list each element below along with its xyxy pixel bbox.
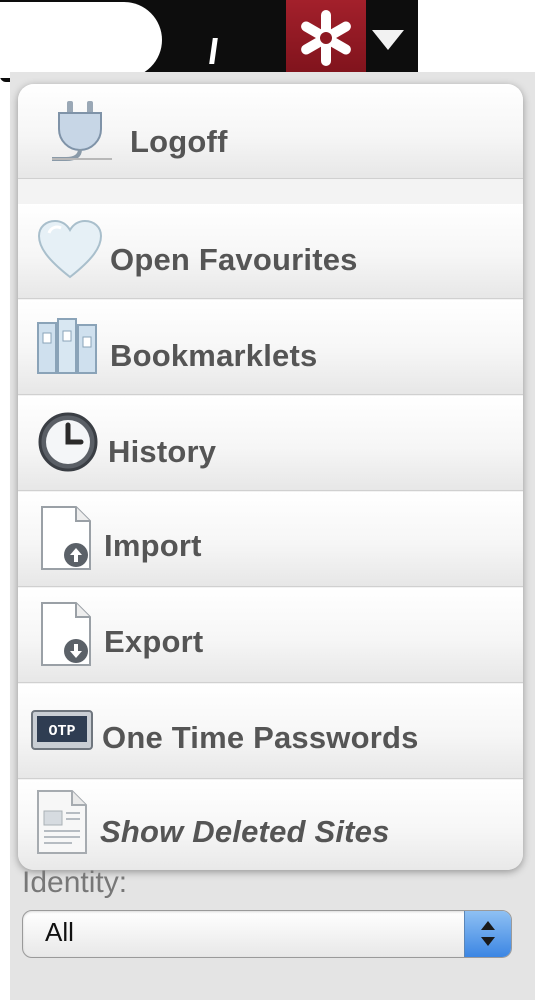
menu-item-label: History [108, 434, 217, 469]
menu-item-one-time-passwords[interactable]: OTP One Time Passwords [18, 684, 523, 779]
menu-item-label: Show Deleted Sites [100, 814, 390, 849]
menu-item-label: Export [104, 624, 204, 659]
identity-label: Identity: [22, 866, 128, 899]
menu-item-label: One Time Passwords [102, 720, 419, 755]
chevron-down-icon [481, 937, 495, 946]
menu-item-history[interactable]: History [18, 396, 523, 491]
menu-item-import[interactable]: Import [18, 492, 523, 587]
menu-item-label: Open Favourites [110, 242, 358, 277]
menu-item-label: Bookmarklets [110, 338, 318, 373]
chevron-up-icon [481, 921, 495, 930]
identity-select[interactable]: All [22, 910, 512, 958]
menu-item-label: Logoff [130, 124, 228, 159]
menu-item-bookmarklets[interactable]: Bookmarklets [18, 300, 523, 395]
browser-toolbar [0, 0, 555, 82]
lastpass-menu: Logoff Open Favourites Bookmarklets Hist… [18, 84, 523, 870]
document-upload-icon [32, 504, 100, 572]
menu-item-export[interactable]: Export [18, 588, 523, 683]
deleted-document-icon [28, 788, 96, 856]
books-icon [34, 312, 102, 380]
clock-icon [34, 408, 102, 476]
svg-text:OTP: OTP [48, 723, 75, 740]
menu-item-label: Import [104, 528, 202, 563]
menu-item-open-favourites[interactable]: Open Favourites [18, 204, 523, 299]
identity-select-value: All [45, 917, 74, 947]
heart-icon [36, 216, 104, 284]
plug-icon [48, 96, 116, 164]
toolbar-search-field[interactable] [0, 2, 162, 78]
menu-item-logoff[interactable]: Logoff [18, 84, 523, 179]
menu-item-show-deleted-sites[interactable]: Show Deleted Sites [18, 780, 523, 870]
select-stepper-icon[interactable] [464, 911, 511, 957]
triangle-down-icon[interactable] [372, 30, 404, 50]
lastpass-asterisk-icon[interactable] [286, 0, 366, 80]
otp-display-icon: OTP [28, 696, 96, 764]
document-download-icon [32, 600, 100, 668]
